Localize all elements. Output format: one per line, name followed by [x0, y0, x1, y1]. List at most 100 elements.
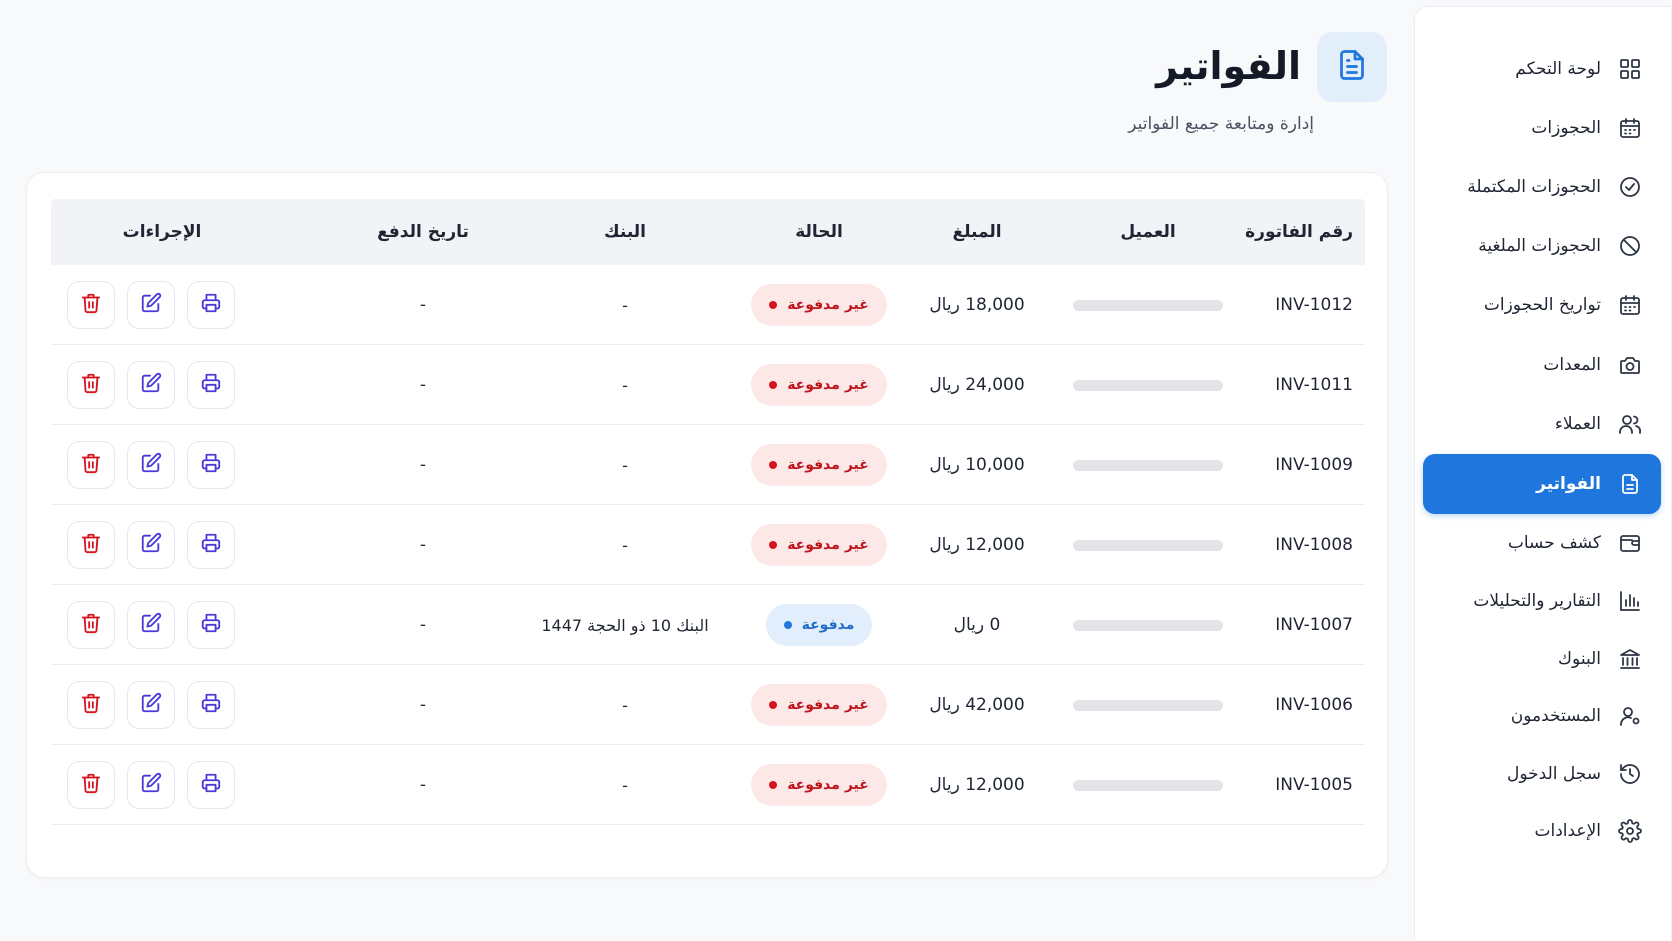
bank: -: [622, 535, 628, 555]
status-badge: غير مدفوعة: [751, 284, 887, 326]
row-actions: [61, 425, 241, 505]
status-label: غير مدفوعة: [787, 537, 869, 553]
print-button[interactable]: [187, 441, 235, 489]
status-label: غير مدفوعة: [787, 697, 869, 713]
page-title: الفواتير: [1156, 44, 1301, 88]
status-badge: غير مدفوعة: [751, 764, 887, 806]
file-text-icon: [1334, 47, 1370, 87]
edit-icon: [140, 772, 162, 799]
row-actions: [61, 265, 241, 345]
trash-icon: [80, 452, 102, 479]
status-cell: مدفوعة: [749, 585, 889, 665]
amount: 18,000 ريال: [929, 295, 1025, 315]
sidebar-item-1[interactable]: الحجوزات: [1423, 98, 1661, 158]
payment-date: -: [419, 375, 427, 395]
status-dot: [769, 461, 778, 469]
customer-cell: [1073, 265, 1223, 345]
sidebar-item-5[interactable]: المعدات: [1423, 335, 1661, 395]
customer-cell: [1073, 585, 1223, 665]
edit-button[interactable]: [127, 441, 175, 489]
status-cell: غير مدفوعة: [749, 345, 889, 425]
col-invoice-number: رقم الفاتورة: [1245, 222, 1353, 242]
amount: 42,000 ريال: [929, 695, 1025, 715]
status-label: مدفوعة: [801, 617, 855, 633]
table-row: INV-1007 0 ريال مدفوعة البنك 10 ذو الحجة 14…: [51, 585, 1365, 665]
delete-button[interactable]: [67, 601, 115, 649]
sidebar-item-8[interactable]: كشف حساب: [1423, 513, 1661, 573]
sidebar-item-label: كشف حساب: [1507, 533, 1601, 553]
delete-button[interactable]: [67, 281, 115, 329]
sidebar-item-13[interactable]: الإعدادات: [1423, 801, 1661, 861]
sidebar-item-6[interactable]: العملاء: [1423, 394, 1661, 454]
print-button[interactable]: [187, 601, 235, 649]
invoice-number: INV-1007: [1275, 615, 1353, 635]
edit-icon: [140, 612, 162, 639]
delete-button[interactable]: [67, 441, 115, 489]
table-row: INV-1009 10,000 ريال غير مدفوعة - -: [51, 425, 1365, 505]
status-label: غير مدفوعة: [787, 297, 869, 313]
col-actions: الإجراءات: [122, 222, 202, 242]
trash-icon: [80, 292, 102, 319]
edit-button[interactable]: [127, 681, 175, 729]
calendar-icon: [1617, 115, 1643, 141]
row-actions: [61, 345, 241, 425]
printer-icon: [200, 292, 222, 319]
edit-button[interactable]: [127, 761, 175, 809]
customer-name-redacted: [1073, 539, 1223, 551]
delete-button[interactable]: [67, 521, 115, 569]
sidebar-item-7[interactable]: الفواتير: [1423, 454, 1661, 514]
status-badge: مدفوعة: [765, 604, 873, 646]
customer-cell: [1073, 345, 1223, 425]
status-dot: [769, 541, 778, 549]
edit-button[interactable]: [127, 521, 175, 569]
status-cell: غير مدفوعة: [749, 265, 889, 345]
col-customer: العميل: [1120, 222, 1176, 242]
row-actions: [61, 585, 241, 665]
col-bank: البنك: [604, 222, 646, 242]
status-dot: [769, 301, 778, 309]
sidebar-item-3[interactable]: الحجوزات الملغية: [1423, 216, 1661, 276]
status-cell: غير مدفوعة: [749, 665, 889, 745]
bar-chart-icon: [1617, 588, 1643, 614]
sidebar-item-2[interactable]: الحجوزات المكتملة: [1423, 157, 1661, 217]
history-icon: [1617, 761, 1643, 787]
sidebar-item-label: الإعدادات: [1534, 821, 1601, 841]
sidebar-item-11[interactable]: المستخدمون: [1423, 686, 1661, 746]
status-cell: غير مدفوعة: [749, 425, 889, 505]
trash-icon: [80, 532, 102, 559]
status-badge: غير مدفوعة: [751, 364, 887, 406]
delete-button[interactable]: [67, 761, 115, 809]
sidebar-item-10[interactable]: البنوك: [1423, 629, 1661, 689]
print-button[interactable]: [187, 761, 235, 809]
delete-button[interactable]: [67, 681, 115, 729]
table-row: INV-1006 42,000 ريال غير مدفوعة - -: [51, 665, 1365, 745]
bank: البنك 10 ذو الحجة 1447: [541, 615, 709, 635]
amount: 12,000 ريال: [929, 775, 1025, 795]
payment-date: -: [419, 455, 427, 475]
edit-button[interactable]: [127, 601, 175, 649]
trash-icon: [80, 692, 102, 719]
page-subtitle: إدارة ومتابعة جميع الفواتير: [1128, 114, 1314, 134]
table-row: INV-1011 24,000 ريال غير مدفوعة - -: [51, 345, 1365, 425]
sidebar-item-label: المستخدمون: [1510, 706, 1601, 726]
sidebar-item-9[interactable]: التقارير والتحليلات: [1423, 571, 1661, 631]
edit-button[interactable]: [127, 281, 175, 329]
sidebar-item-label: سجل الدخول: [1507, 764, 1601, 784]
invoice-number: INV-1005: [1275, 775, 1353, 795]
print-button[interactable]: [187, 281, 235, 329]
edit-icon: [140, 292, 162, 319]
print-button[interactable]: [187, 681, 235, 729]
edit-button[interactable]: [127, 361, 175, 409]
print-button[interactable]: [187, 361, 235, 409]
printer-icon: [200, 772, 222, 799]
gear-icon: [1617, 818, 1643, 844]
status-dot: [769, 781, 778, 789]
sidebar-item-4[interactable]: تواريخ الحجوزات: [1423, 275, 1661, 335]
status-label: غير مدفوعة: [787, 777, 869, 793]
delete-button[interactable]: [67, 361, 115, 409]
payment-date: -: [419, 615, 427, 635]
sidebar-item-12[interactable]: سجل الدخول: [1423, 744, 1661, 804]
print-button[interactable]: [187, 521, 235, 569]
sidebar-item-0[interactable]: لوحة التحكم: [1423, 39, 1661, 99]
users-icon: [1617, 411, 1643, 437]
